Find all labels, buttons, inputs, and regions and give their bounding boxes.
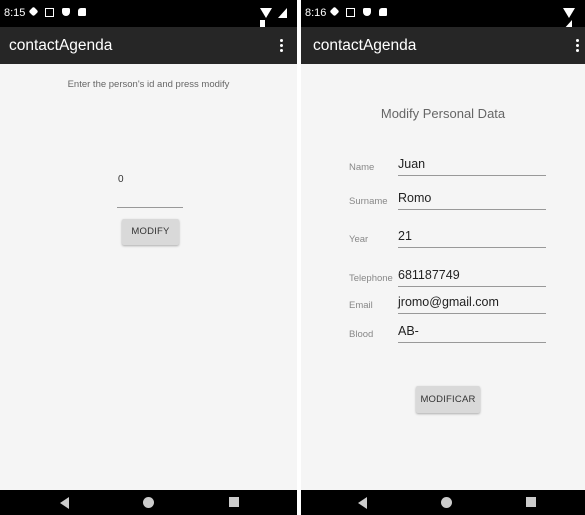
telephone-label: Telephone [349,273,393,284]
status-time: 8:16 [305,7,327,19]
blood-row: Blood AB- [301,313,585,343]
blood-label: Blood [349,329,374,340]
name-label: Name [349,162,375,173]
notification-icons [329,6,392,19]
home-icon[interactable] [441,497,452,508]
home-icon[interactable] [143,497,154,508]
name-field[interactable]: Juan [398,157,425,171]
recents-icon[interactable] [526,497,536,507]
status-bar: 8:16 [301,0,585,30]
blood-underline [398,342,546,343]
wifi-icon [260,8,272,18]
main-content: Modify Personal Data Name Juan Surname R… [301,64,585,490]
status-time: 8:15 [4,7,26,19]
back-icon[interactable] [60,497,69,509]
surname-label: Surname [349,196,388,207]
sd-card-icon [379,8,388,16]
notification-icons [28,6,91,19]
surname-field[interactable]: Romo [398,191,431,205]
telephone-field[interactable]: 681187749 [398,268,460,282]
navigation-bar [0,490,297,515]
main-content: Enter the person's id and press modify 0… [0,64,297,490]
form-title: Modify Personal Data [380,106,506,121]
surname-row: Surname Romo [301,180,585,210]
person-id-underline [117,207,183,208]
app-bar: contactAgenda [301,27,585,64]
email-label: Email [349,300,373,311]
left-phone-screen: 8:15 contactAgenda Enter the person's id… [0,0,297,515]
email-row: Email jromo@gmail.com [301,284,585,314]
modificar-button[interactable]: MODIFICAR [416,386,480,413]
app-bar: contactAgenda [0,27,297,64]
year-underline [398,247,546,248]
kebab-menu-icon[interactable] [280,39,284,53]
signal-icon [278,8,288,18]
recents-icon[interactable] [229,497,239,507]
shield-icon [363,8,372,16]
email-field[interactable]: jromo@gmail.com [398,295,499,309]
year-label: Year [349,234,369,245]
gear-icon [329,6,340,17]
kebab-menu-icon[interactable] [576,39,580,53]
gear-icon [28,6,39,17]
blood-field[interactable]: AB- [398,324,419,338]
app-title: contactAgenda [9,37,113,54]
year-field[interactable]: 21 [398,229,412,243]
surname-underline [398,209,546,210]
person-id-input[interactable]: 0 [118,174,124,185]
shield-icon [62,8,71,16]
navigation-bar [301,490,585,515]
right-phone-screen: 8:16 contactAgenda Modify Personal Data … [301,0,585,515]
telephone-row: Telephone 681187749 [301,257,585,287]
status-bar: 8:15 [0,0,297,30]
name-row: Name Juan [301,146,585,176]
square-icon [346,8,356,17]
square-icon [45,8,55,17]
back-icon[interactable] [358,497,367,509]
sd-card-icon [78,8,87,16]
year-row: Year 21 [301,218,585,248]
wifi-icon [563,8,575,18]
app-title: contactAgenda [313,37,417,54]
modify-button[interactable]: MODIFY [122,219,179,245]
instruction-text: Enter the person's id and press modify [67,79,230,90]
name-underline [398,175,546,176]
